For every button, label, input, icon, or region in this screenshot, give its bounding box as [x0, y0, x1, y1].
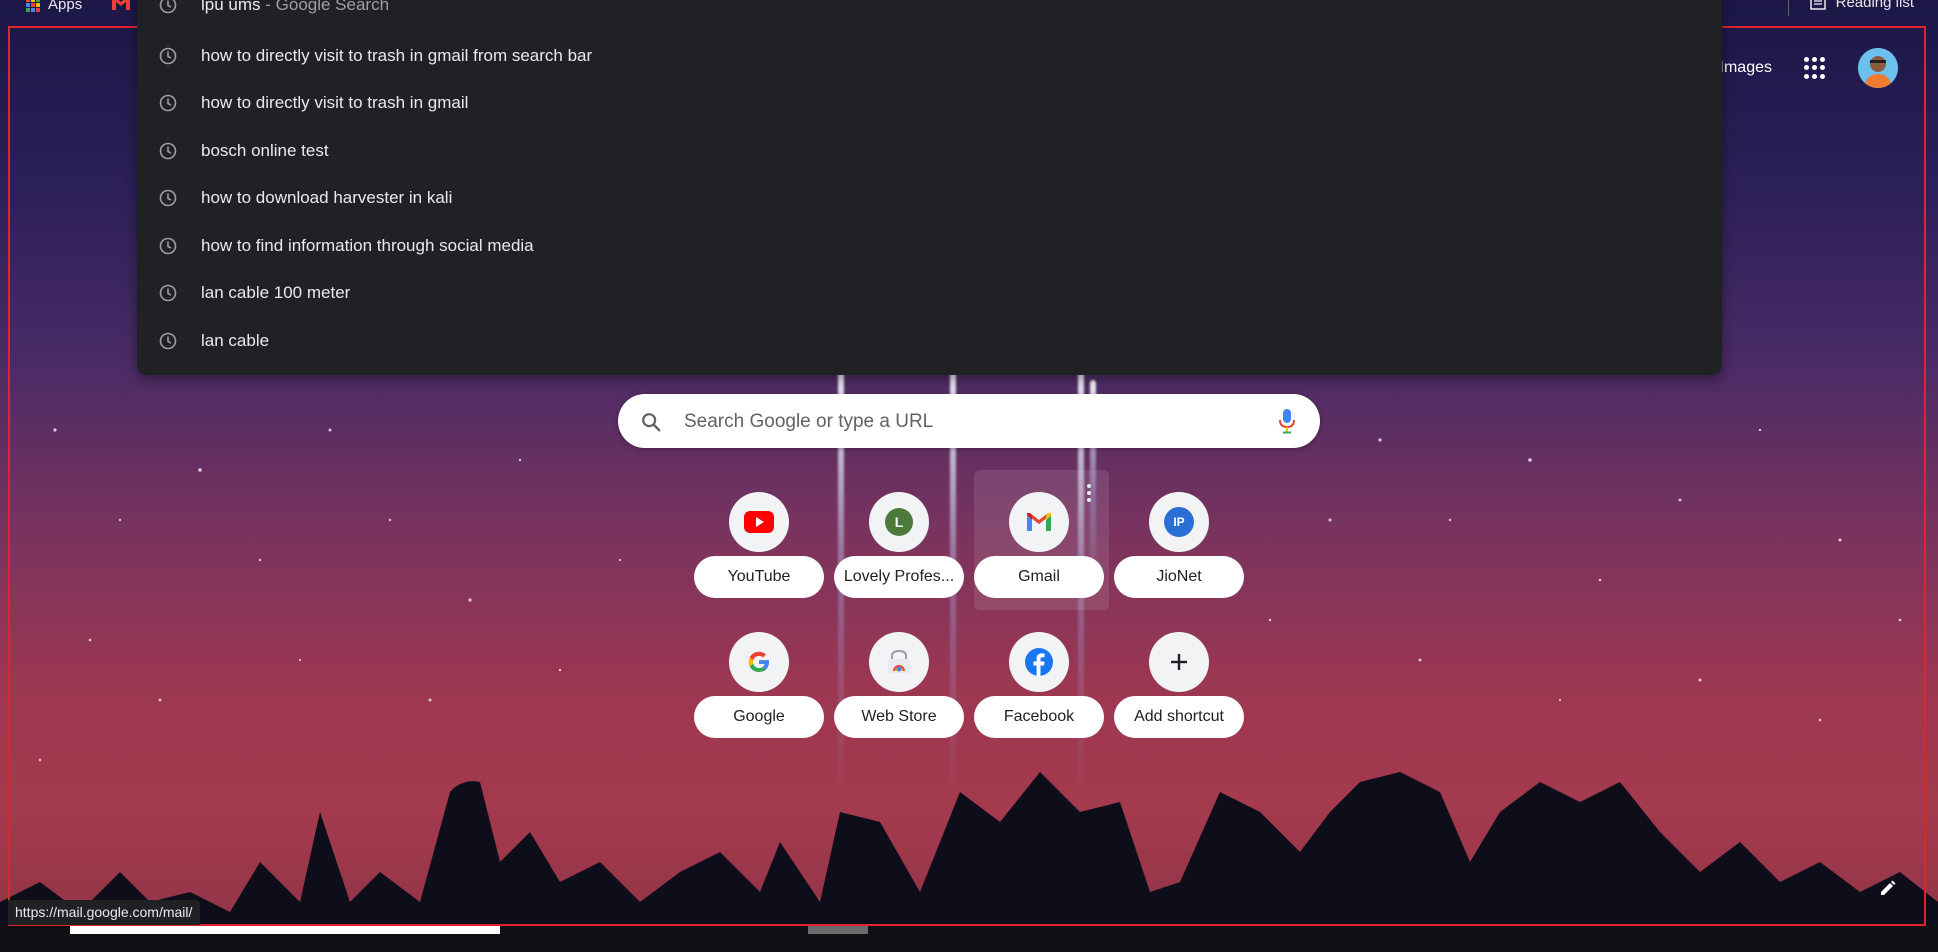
suggestion-text: how to directly visit to trash in gmail … [201, 45, 593, 65]
add-shortcut-button[interactable]: Add shortcut [1114, 632, 1244, 752]
shortcut-facebook[interactable]: Facebook [974, 632, 1104, 752]
omnibox-suggestions-dropdown: lpu ums - Google Search how to directly … [137, 0, 1722, 375]
google-apps-grid-icon[interactable] [1804, 57, 1826, 79]
suggestion-item[interactable]: how to directly visit to trash in gmail [137, 79, 1722, 126]
suggestion-text: how to directly visit to trash in gmail [201, 92, 469, 112]
shortcut-jionet[interactable]: IP JioNet [1114, 492, 1244, 612]
ntp-search-box[interactable] [618, 394, 1320, 450]
apps-grid-icon [26, 0, 40, 12]
shortcut-label: Web Store [834, 696, 964, 738]
suggestion-item[interactable]: how to find information through social m… [137, 222, 1722, 269]
shortcut-label: Facebook [974, 696, 1104, 738]
ntp-header: Images [1720, 48, 1898, 88]
clock-history-icon [159, 237, 177, 254]
suggestion-item[interactable]: how to directly visit to trash in gmail … [137, 32, 1722, 79]
google-icon [729, 632, 789, 692]
suggestion-text: lan cable 100 meter [201, 282, 351, 302]
status-bar-url: https://mail.google.com/mail/ [8, 900, 201, 925]
avatar-photo-icon [1858, 48, 1898, 88]
web-store-icon [869, 632, 929, 692]
microphone-icon[interactable] [1278, 408, 1296, 434]
reading-list-label: Reading list [1835, 0, 1914, 11]
shortcut-gmail[interactable]: Gmail [974, 492, 1104, 612]
plus-icon [1149, 632, 1209, 692]
clock-history-icon [159, 284, 177, 301]
city-skyline-decoration [0, 772, 1938, 952]
bookmark-apps[interactable]: Apps [26, 0, 82, 13]
suggestion-item[interactable]: how to download harvester in kali [137, 174, 1722, 221]
bookmark-separator [1787, 0, 1789, 16]
gmail-icon [1009, 492, 1069, 552]
facebook-icon [1009, 632, 1069, 692]
clock-history-icon [159, 94, 177, 111]
clock-history-icon [159, 47, 177, 64]
gmail-bookmark-icon[interactable] [112, 0, 130, 10]
suggestion-query: lpu ums [201, 0, 261, 14]
clock-history-icon [159, 332, 177, 349]
shortcut-lovely-professional[interactable]: L Lovely Profes... [834, 492, 964, 612]
reading-list-icon [1809, 0, 1826, 10]
bookmark-apps-label: Apps [48, 0, 83, 13]
shortcut-label: Google [694, 696, 824, 738]
shortcut-label: YouTube [694, 556, 824, 598]
youtube-icon [729, 492, 789, 552]
suggestion-text: lan cable [201, 330, 270, 350]
clock-history-icon [159, 0, 177, 13]
letter-l-icon: L [869, 492, 929, 552]
search-input[interactable] [682, 394, 1246, 450]
clock-history-icon [159, 142, 177, 159]
shortcut-google[interactable]: Google [694, 632, 824, 752]
shortcut-youtube[interactable]: YouTube [694, 492, 824, 612]
taskbar-strip [0, 926, 1938, 952]
shortcut-label: Lovely Profes... [834, 556, 964, 598]
suggestion-text: how to find information through social m… [201, 235, 534, 255]
shortcut-label: Gmail [974, 556, 1104, 598]
jionet-icon: IP [1149, 492, 1209, 552]
reading-list-button[interactable]: Reading list [1787, 0, 1914, 16]
suggestion-text: how to download harvester in kali [201, 187, 453, 207]
images-link[interactable]: Images [1720, 59, 1772, 77]
shortcut-label: JioNet [1114, 556, 1244, 598]
suggestion-text: bosch online test [201, 140, 329, 160]
suggestion-text: lpu ums - Google Search [201, 0, 389, 15]
user-avatar[interactable] [1858, 48, 1898, 88]
suggestion-item[interactable]: lan cable [137, 317, 1722, 364]
suggestion-item[interactable]: lpu ums - Google Search [137, 0, 1722, 28]
pencil-icon [1881, 880, 1896, 895]
shortcut-label: Add shortcut [1114, 696, 1244, 738]
shortcut-web-store[interactable]: Web Store [834, 632, 964, 752]
suggestion-item[interactable]: bosch online test [137, 127, 1722, 174]
suggestion-suffix: - Google Search [260, 0, 390, 14]
suggestion-item[interactable]: lan cable 100 meter [137, 269, 1722, 316]
customize-button[interactable] [1874, 874, 1902, 902]
clock-history-icon [159, 189, 177, 206]
search-icon [642, 413, 661, 432]
